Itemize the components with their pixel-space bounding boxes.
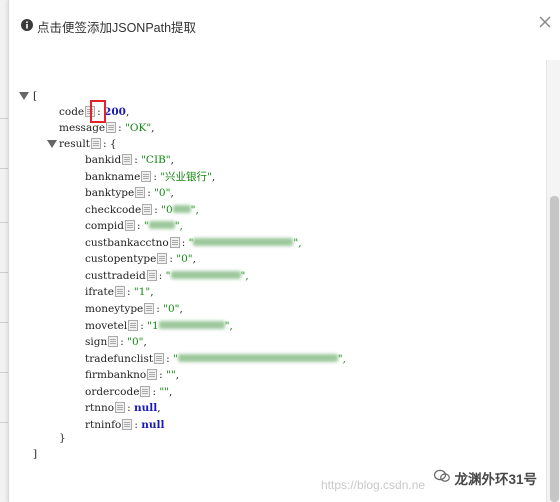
json-row-ifrate[interactable]: ifrate: "1",	[85, 284, 154, 300]
account-watermark: 龙渊外环31号	[454, 472, 537, 487]
note-icon[interactable]	[141, 170, 152, 182]
jsonpath-dialog: 点击便签添加JSONPath提取 [ code: 200, message: "…	[8, 0, 560, 502]
json-key[interactable]: bankid	[85, 154, 121, 166]
json-value: "0"	[154, 187, 171, 200]
json-result-close: }	[59, 432, 66, 444]
note-icon[interactable]	[154, 352, 165, 364]
json-row-moneytype[interactable]: moneytype: "0",	[85, 301, 183, 317]
wechat-icon	[434, 469, 450, 482]
note-icon[interactable]	[144, 302, 155, 314]
json-root-close: ]	[33, 448, 38, 460]
json-key[interactable]: rtninfo	[85, 419, 121, 431]
note-icon[interactable]	[135, 187, 146, 199]
redacted-value	[158, 320, 225, 329]
json-value: "	[143, 220, 149, 233]
blog-url-watermark: https://blog.csdn.ne	[321, 478, 426, 492]
json-key[interactable]: tradefunclist	[85, 353, 153, 365]
json-row-tradefunclist[interactable]: tradefunclist: " ",	[85, 351, 346, 367]
note-icon[interactable]	[90, 138, 101, 149]
note-icon[interactable]	[147, 369, 158, 381]
json-root-open[interactable]: [	[19, 88, 37, 104]
json-value: "CIB"	[141, 154, 171, 166]
json-key[interactable]: code	[59, 106, 84, 118]
json-value: ""	[166, 369, 176, 382]
json-row-movetel[interactable]: movetel: "1 ",	[85, 318, 233, 334]
dialog-title: 点击便签添加JSONPath提取	[37, 21, 197, 35]
json-key[interactable]: banktype	[85, 187, 134, 199]
collapse-toggle-icon[interactable]	[19, 92, 29, 100]
json-key[interactable]: checkcode	[85, 204, 141, 216]
note-icon[interactable]	[140, 385, 151, 397]
json-value: "0"	[127, 336, 144, 349]
scrollbar-thumb[interactable]	[550, 196, 559, 502]
note-icon[interactable]	[169, 236, 180, 248]
redacted-value	[170, 270, 241, 279]
json-value: null	[141, 418, 165, 431]
json-row-ordercode[interactable]: ordercode: "",	[85, 384, 172, 400]
json-key[interactable]: custtradeid	[85, 270, 146, 282]
json-key[interactable]: bankname	[85, 171, 140, 183]
json-key[interactable]: ifrate	[85, 286, 114, 298]
json-value: "1	[147, 319, 159, 332]
json-row-banktype[interactable]: banktype: "0",	[85, 185, 174, 201]
redacted-value	[148, 221, 175, 230]
json-key[interactable]: firmbankno	[85, 369, 146, 381]
note-icon[interactable]	[106, 122, 117, 133]
json-row-bankname[interactable]: bankname: "兴业银行",	[85, 169, 215, 185]
json-value: "0	[161, 203, 173, 216]
json-row-result[interactable]: result: {	[47, 136, 117, 152]
json-row-firmbankno[interactable]: firmbankno: "",	[85, 367, 179, 383]
json-value: null	[133, 402, 158, 415]
json-row-custtradeid[interactable]: custtradeid: " ",	[85, 268, 249, 284]
info-icon	[21, 19, 33, 31]
json-row-compid[interactable]: compid: " ",	[85, 218, 183, 234]
note-icon[interactable]	[108, 336, 119, 348]
json-value: "兴业银行"	[160, 170, 212, 183]
json-key[interactable]: compid	[85, 220, 124, 232]
json-value: 200	[104, 106, 126, 118]
note-icon[interactable]	[122, 154, 133, 165]
note-icon[interactable]	[122, 418, 133, 430]
collapse-toggle-icon[interactable]	[47, 140, 57, 148]
note-icon[interactable]	[124, 220, 135, 232]
note-icon[interactable]	[142, 203, 153, 215]
json-value: ""	[159, 385, 169, 398]
note-icon[interactable]	[128, 319, 139, 331]
redacted-value	[177, 353, 338, 362]
json-key[interactable]: movetel	[85, 320, 127, 332]
json-key[interactable]: rtnno	[85, 402, 114, 414]
json-value: "0"	[176, 253, 193, 266]
json-key[interactable]: moneytype	[85, 303, 143, 315]
json-row-checkcode[interactable]: checkcode: "0 ",	[85, 202, 199, 218]
json-value: "0"	[163, 302, 180, 315]
highlight-box	[90, 100, 106, 123]
json-row-custbankacctno[interactable]: custbankacctno: " ",	[85, 235, 302, 251]
open-brace: {	[109, 138, 117, 150]
json-key[interactable]: sign	[85, 336, 107, 348]
json-key[interactable]: custopentype	[85, 253, 156, 265]
redacted-value	[172, 204, 191, 213]
json-row-rtninfo[interactable]: rtninfo: null	[85, 417, 164, 433]
json-row-message[interactable]: message: "OK",	[59, 120, 155, 136]
json-key[interactable]: ordercode	[85, 386, 139, 398]
close-icon[interactable]	[537, 14, 553, 30]
json-key[interactable]: custbankacctno	[85, 237, 169, 249]
json-row-bankid[interactable]: bankid: "CIB",	[85, 152, 174, 168]
note-icon[interactable]	[114, 286, 125, 298]
note-icon[interactable]	[115, 402, 126, 414]
json-value: "1"	[133, 286, 151, 299]
redacted-value	[193, 237, 294, 246]
json-row-sign[interactable]: sign: "0",	[85, 334, 147, 350]
note-icon[interactable]	[146, 269, 157, 281]
json-key[interactable]: message	[59, 122, 105, 134]
json-row-rtnno[interactable]: rtnno: null,	[85, 400, 161, 416]
note-icon[interactable]	[157, 253, 168, 265]
dialog-header: 点击便签添加JSONPath提取	[9, 0, 560, 46]
json-row-custopentype[interactable]: custopentype: "0",	[85, 251, 196, 267]
json-value: "OK"	[125, 122, 152, 134]
json-value: "	[165, 269, 171, 282]
